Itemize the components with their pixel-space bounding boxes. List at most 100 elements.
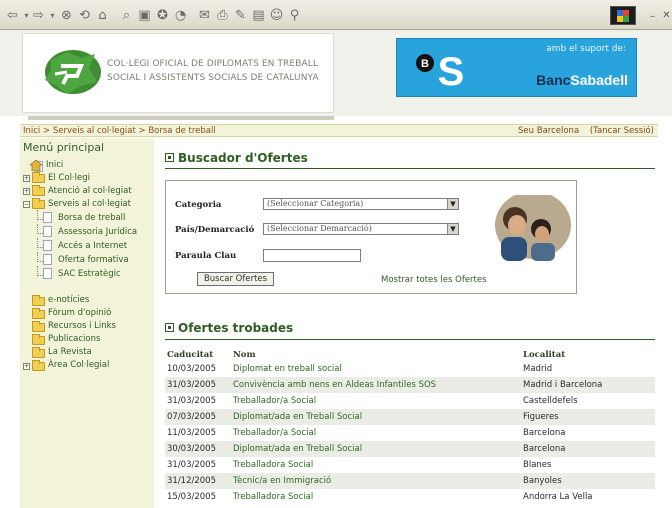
table-header-row: Caducitat Nom Localitat [165, 348, 655, 361]
results-heading-text: Ofertes trobades [178, 321, 294, 335]
sponsor-text: amb el suport de: [546, 44, 626, 54]
offer-name[interactable]: Diplomat en treball social [231, 361, 521, 377]
sidebar-item-revista[interactable]: La Revista [48, 347, 92, 358]
edit-icon[interactable]: ✎ [232, 7, 249, 24]
sidebar-item-atencio[interactable]: Atenció al col·legiat [48, 186, 132, 197]
favorites-icon[interactable]: ▣ [136, 7, 153, 24]
folder-icon [32, 360, 45, 371]
table-row[interactable]: 10/03/2005 Diplomat en treball social Madr… [165, 361, 655, 377]
folder-icon [32, 334, 45, 345]
keyword-label: Paraula Clau [175, 251, 237, 261]
breadcrumb-bar: Inici > Serveis al col·legiat > Borsa de… [20, 124, 658, 137]
table-row[interactable]: 30/03/2005 Diplomat/ada en Treball Social… [165, 441, 655, 457]
stop-icon[interactable]: ⊗ [58, 7, 75, 24]
children-photo [471, 195, 571, 261]
search-form: Categoria (Seleccionar Categoria) ▼ País… [165, 180, 577, 294]
mail-icon[interactable]: ✉ [196, 7, 213, 24]
menu-title: Menú principal [23, 141, 105, 154]
breadcrumb-item-inici[interactable]: Inici [23, 126, 40, 136]
offer-location: Castelldefels [521, 393, 655, 409]
sidebar-item-el-collegi[interactable]: El Col·legi [48, 173, 90, 184]
chevron-down-icon[interactable]: ▼ [447, 199, 458, 209]
sidebar-item-acces[interactable]: Accés a Internet [58, 241, 127, 252]
category-select[interactable]: (Seleccionar Categoria) ▼ [263, 198, 459, 210]
table-row[interactable]: 11/03/2005 Treballador/a Social Barcelona [165, 425, 655, 441]
sidebar-item-oferta[interactable]: Oferta formativa [58, 255, 129, 266]
college-name: COL·LEGI OFICIAL DE DIPLOMATS EN TREBALL… [107, 59, 319, 83]
breadcrumb-separator: > [138, 126, 146, 136]
history-icon[interactable]: ◔ [172, 7, 189, 24]
expand-icon[interactable]: + [23, 188, 30, 195]
category-label: Categoria [175, 200, 222, 210]
home-icon[interactable]: ⌂ [94, 7, 111, 24]
offer-name[interactable]: Diplomat/ada en Treball Social [231, 409, 521, 425]
search-icon[interactable]: ⌕ [118, 7, 135, 24]
logout-link[interactable]: (Tancar Sessió) [590, 126, 654, 136]
sidebar-item-forum[interactable]: Fòrum d'opinió [48, 308, 111, 319]
sidebar-item-inici[interactable]: Inici [46, 160, 63, 171]
column-header-nom[interactable]: Nom [231, 348, 521, 361]
folder-icon [32, 172, 45, 183]
results-table: Caducitat Nom Localitat 10/03/2005 Diplom… [165, 348, 655, 505]
print-icon[interactable]: ⎙ [214, 7, 231, 24]
expiry-date: 07/03/2005 [165, 409, 231, 425]
sidebar-item-publicacions[interactable]: Publicacions [48, 334, 100, 345]
offer-name[interactable]: Treballador/a Social [231, 425, 521, 441]
folder-icon [32, 308, 45, 319]
close-icon[interactable]: ✕ [658, 7, 672, 24]
table-row[interactable]: 31/12/2005 Tècnic/a en Immigració Banyoles [165, 473, 655, 489]
expand-icon[interactable]: + [23, 363, 30, 370]
college-banner[interactable]: COL·LEGI OFICIAL DE DIPLOMATS EN TREBALL… [22, 33, 334, 113]
table-row[interactable]: 31/03/2005 Treballadora Social Blanes [165, 457, 655, 473]
sidebar-item-recursos[interactable]: Recursos i Links [48, 321, 116, 332]
messenger-icon[interactable]: ☺ [268, 7, 285, 24]
media-icon[interactable]: ✪ [154, 7, 171, 24]
offer-name[interactable]: Tècnic/a en Immigració [231, 473, 521, 489]
breadcrumb-item-serveis[interactable]: Serveis al col·legiat [53, 126, 136, 136]
results-heading: Ofertes trobades [165, 321, 293, 335]
bank-name-part2: Sabadell [570, 72, 628, 88]
expiry-date: 31/03/2005 [165, 393, 231, 409]
sidebar-item-sac[interactable]: SAC Estratègic [58, 269, 121, 280]
collapse-icon[interactable]: − [23, 201, 30, 208]
svg-text:B: B [421, 58, 429, 70]
browser-toolbar: ⇦ ▾ ⇨ ▾ ⊗ ⟲ ⌂ ⌕ ▣ ✪ ◔ ✉ ⎙ ✎ ▤ ☺ ⚲ – ✕ [0, 0, 672, 30]
keyword-input[interactable] [263, 249, 361, 262]
offer-name[interactable]: Treballadora Social [231, 489, 521, 505]
table-row[interactable]: 15/03/2005 Treballadora Social Andorra La … [165, 489, 655, 505]
offer-name[interactable]: Convivència amb nens en Aldeas Infantile… [231, 377, 521, 393]
table-row[interactable]: 31/03/2005 Treballador/a Social Castelldef… [165, 393, 655, 409]
session-info: Seu Barcelona (Tancar Sessió) [510, 125, 654, 137]
offer-location: Madrid [521, 361, 655, 377]
expiry-date: 30/03/2005 [165, 441, 231, 457]
offer-name[interactable]: Treballadora Social [231, 457, 521, 473]
breadcrumb-item-borsa[interactable]: Borsa de treball [148, 126, 215, 136]
sidebar-item-enoticies[interactable]: e-notícies [48, 295, 89, 306]
sponsor-banner[interactable]: amb el suport de: B S BancSabadell [396, 38, 637, 97]
sidebar-item-serveis[interactable]: Serveis al col·legiat [48, 199, 131, 210]
table-row[interactable]: 31/03/2005 Convivència amb nens en Aldeas… [165, 377, 655, 393]
search-button[interactable]: Buscar Ofertes [197, 272, 274, 286]
expand-icon[interactable]: + [23, 175, 30, 182]
main-content: Buscador d'Ofertes Categoria (Selecciona… [160, 138, 658, 508]
offer-name[interactable]: Treballador/a Social [231, 393, 521, 409]
offer-name[interactable]: Diplomat/ada en Treball Social [231, 441, 521, 457]
location-label: Seu Barcelona [518, 126, 580, 136]
college-logo-icon [45, 50, 101, 94]
column-header-localitat[interactable]: Localitat [521, 348, 655, 361]
related-icon[interactable]: ⚲ [286, 7, 303, 24]
table-row[interactable]: 07/03/2005 Diplomat/ada en Treball Social… [165, 409, 655, 425]
sidebar: Menú principal Inici + El Col·legi + Ate… [20, 138, 154, 508]
sidebar-item-area[interactable]: Àrea Col·legial [48, 360, 109, 371]
refresh-icon[interactable]: ⟲ [76, 7, 93, 24]
region-select[interactable]: (Seleccionar Demarcació) ▼ [263, 223, 459, 235]
expiry-date: 31/12/2005 [165, 473, 231, 489]
show-all-link[interactable]: Mostrar totes les Ofertes [381, 275, 487, 285]
page-icon [37, 210, 52, 223]
chevron-down-icon[interactable]: ▼ [447, 224, 458, 234]
column-header-caducitat[interactable]: Caducitat [165, 348, 231, 361]
discuss-icon[interactable]: ▤ [250, 7, 267, 24]
sidebar-item-borsa[interactable]: Borsa de treball [58, 213, 125, 224]
sidebar-item-assessoria[interactable]: Assessoria Jurídica [58, 227, 137, 238]
search-heading-text: Buscador d'Ofertes [178, 151, 308, 165]
